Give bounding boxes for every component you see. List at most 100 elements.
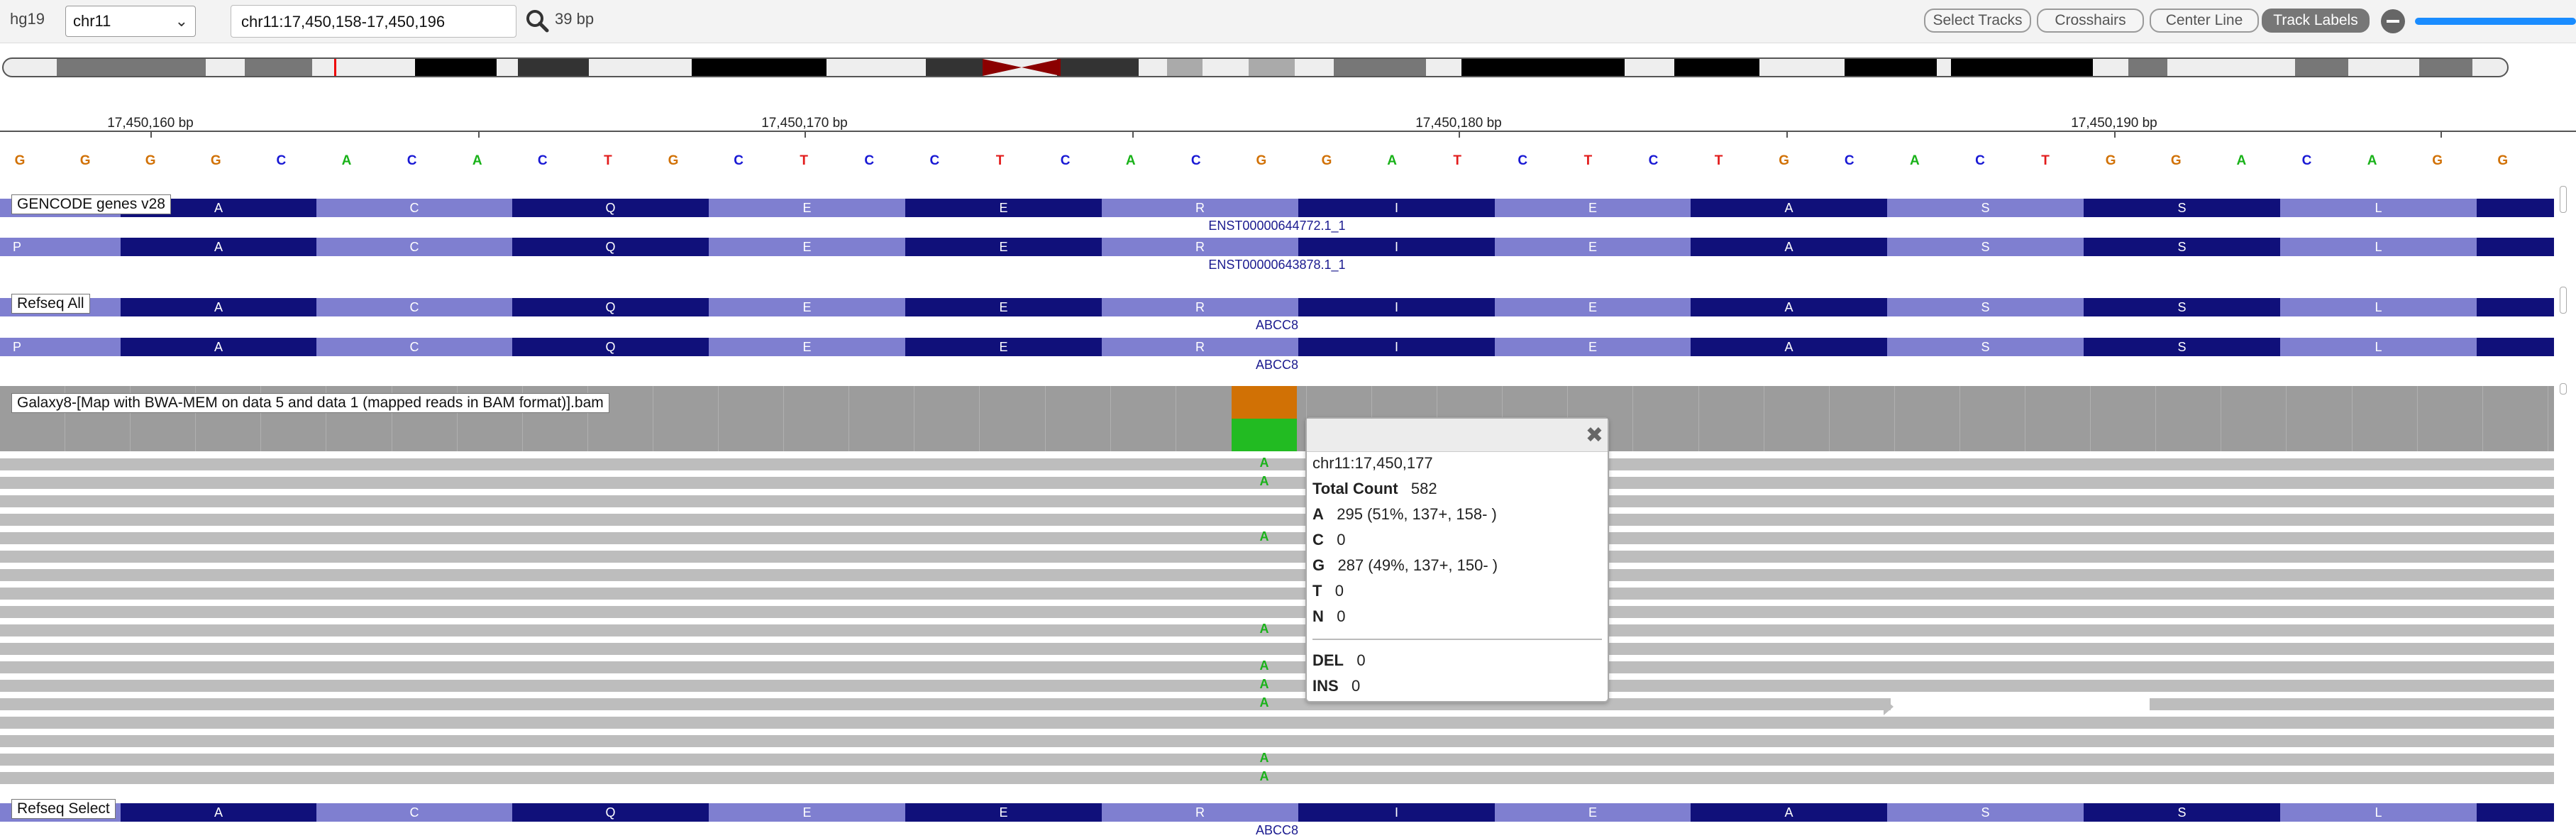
read-row[interactable] [0, 532, 2554, 544]
read-row[interactable] [0, 606, 2554, 618]
locus-input[interactable]: chr11:17,450,158-17,450,196 [231, 5, 516, 38]
popup-del-value: 0 [1356, 651, 1366, 669]
sequence-base: T [2041, 153, 2050, 168]
coverage-bin [849, 386, 915, 451]
track-label-refseq-all[interactable]: Refseq All [11, 294, 90, 314]
track-label-gencode[interactable]: GENCODE genes v28 [11, 194, 171, 214]
coverage-bin [2025, 386, 2091, 451]
track-scrollbar[interactable] [2560, 186, 2567, 213]
sequence-base: C [407, 153, 417, 168]
sequence-base: C [1060, 153, 1071, 168]
popup-header [1307, 419, 1608, 452]
sequence-base: A [2236, 153, 2247, 168]
sequence-base: C [537, 153, 548, 168]
mismatch-base: A [1259, 677, 1269, 691]
popup-value-g: 287 (49%, 137+, 150- ) [1337, 556, 1498, 574]
gencode-transcript-2[interactable]: PACQEERIEASSL [0, 238, 2554, 256]
gencode-transcript-1[interactable]: ACQEERIEASSL [0, 199, 2554, 217]
sequence-base: G [145, 153, 156, 168]
amino-acid-label: P [13, 240, 22, 254]
zoom-out-icon[interactable] [2381, 9, 2405, 33]
mismatch-base: A [1259, 751, 1269, 765]
read-row[interactable] [0, 735, 2554, 747]
read-row[interactable] [0, 717, 2554, 729]
codon-block: A [1691, 338, 1887, 356]
codon-block: E [905, 298, 1102, 316]
genome-label: hg19 [10, 10, 45, 28]
track-scrollbar[interactable] [2560, 287, 2567, 314]
read-row[interactable] [0, 772, 2554, 784]
sequence-base: C [1518, 153, 1528, 168]
mismatch-base: A [1259, 622, 1269, 636]
sequence-base: C [1975, 153, 1985, 168]
mismatch-base: A [1259, 769, 1269, 783]
ruler-tick [805, 131, 806, 138]
close-icon[interactable]: ✖ [1586, 423, 1603, 448]
ruler-tick [2114, 131, 2116, 138]
select-tracks-button[interactable]: Select Tracks [1924, 9, 2031, 33]
sequence-base: T [604, 153, 612, 168]
mismatch-base: A [1259, 529, 1269, 544]
codon-block: E [709, 803, 905, 822]
track-scrollbar[interactable] [2560, 383, 2567, 395]
ruler-tick-label: 17,450,160 bp [107, 116, 194, 131]
read-row[interactable] [0, 698, 2554, 710]
codon-block: C [316, 238, 512, 256]
sequence-base: C [1648, 153, 1659, 168]
transcript-name: ABCC8 [1255, 358, 1299, 372]
read-row[interactable] [0, 514, 2554, 526]
refseq-all-transcript-1[interactable]: ACQEERIEASSL [0, 298, 2554, 316]
zoom-slider[interactable] [2415, 18, 2576, 25]
track-label-refseq-select[interactable]: Refseq Select [11, 799, 116, 819]
read-row[interactable] [0, 624, 2554, 636]
popup-del-label: DEL [1312, 651, 1344, 669]
sequence-base: G [668, 153, 679, 168]
codon-block: S [2084, 238, 2280, 256]
chromosome-select[interactable]: chr11 ⌄ [65, 6, 196, 37]
read-row[interactable] [0, 495, 2554, 507]
read-row[interactable] [0, 680, 2554, 692]
track-labels-button[interactable]: Track Labels [2262, 9, 2370, 33]
read-row[interactable] [0, 477, 2554, 489]
refseq-all-transcript-2[interactable]: PACQEERIEASSL [0, 338, 2554, 356]
coverage-a-fraction[interactable] [1232, 419, 1297, 451]
coverage-bin [2287, 386, 2353, 451]
read-row[interactable] [0, 661, 2554, 673]
read-row[interactable] [0, 551, 2554, 563]
codon-block: C [316, 338, 512, 356]
popup-position: chr11:17,450,177 [1312, 454, 1433, 472]
codon-block: L [2280, 238, 2477, 256]
popup-value-t: 0 [1334, 582, 1344, 600]
mismatch-base: A [1259, 474, 1269, 488]
sequence-base: G [1256, 153, 1267, 168]
codon-block: A [121, 338, 316, 356]
read-row[interactable] [0, 569, 2554, 581]
transcript-name: ENST00000643878.1_1 [1208, 258, 1346, 272]
codon-block: S [1887, 298, 2084, 316]
sequence-base: T [800, 153, 808, 168]
sequence-base: T [1714, 153, 1723, 168]
read-row[interactable] [0, 588, 2554, 600]
codon-block: E [1495, 238, 1691, 256]
popup-value-c: 0 [1337, 531, 1346, 548]
codon-block [2477, 338, 2554, 356]
popup-base-n: N [1312, 607, 1324, 625]
sequence-base: C [1844, 153, 1854, 168]
transcript-name: ABCC8 [1255, 318, 1299, 332]
crosshairs-button[interactable]: Crosshairs [2037, 9, 2144, 33]
track-label-bam[interactable]: Galaxy8-[Map with BWA-MEM on data 5 and … [11, 393, 609, 413]
refseq-select-transcript[interactable]: ACQEERIEASSL [0, 803, 2554, 822]
sequence-base: T [995, 153, 1005, 168]
center-line-button[interactable]: Center Line [2150, 9, 2259, 33]
read-row[interactable] [0, 643, 2554, 655]
chromosome-ideogram[interactable] [2, 57, 2509, 77]
coverage-g-fraction[interactable] [1232, 386, 1297, 419]
read-row[interactable] [0, 458, 2554, 470]
read-row[interactable] [0, 754, 2554, 766]
search-icon[interactable] [525, 9, 551, 34]
codon-block: E [1495, 803, 1691, 822]
coverage-bin [2418, 386, 2483, 451]
codon-block [2477, 199, 2554, 217]
coverage-bin [2156, 386, 2222, 451]
coverage-bin [719, 386, 785, 451]
